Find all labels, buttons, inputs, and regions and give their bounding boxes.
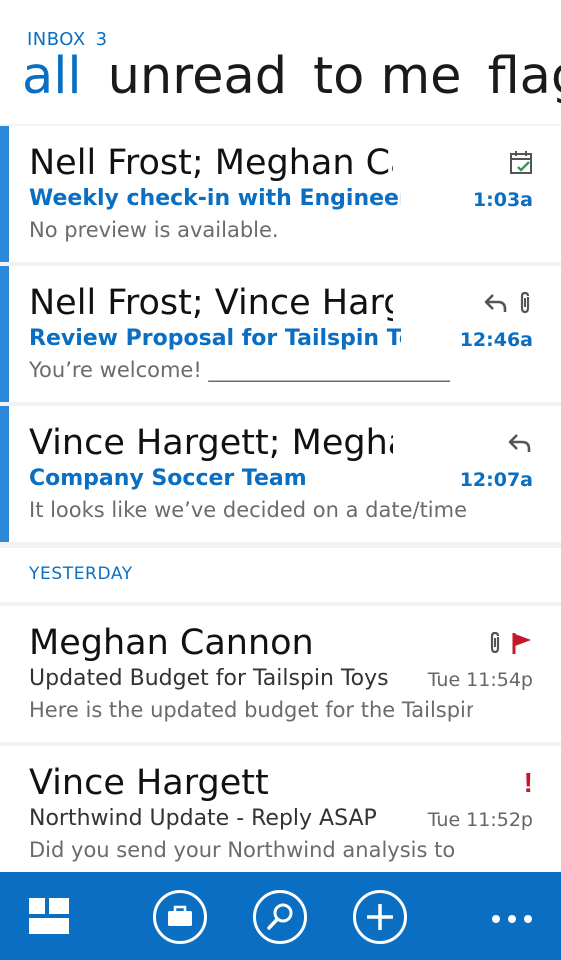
pivot-bar: all unread to me flagged [22, 44, 561, 110]
select-icon [20, 889, 76, 945]
unread-indicator [0, 266, 9, 402]
message-status-icons [487, 628, 533, 658]
message-time: 12:46a [459, 329, 533, 351]
message-status-icons [483, 288, 533, 318]
message-preview: No preview is available. [29, 218, 279, 242]
pivot-flagged[interactable]: flagged [488, 44, 561, 110]
new-icon [352, 889, 408, 945]
message-status-icons [509, 148, 533, 178]
group-header-label: YESTERDAY [29, 564, 133, 584]
message-list[interactable]: Nell Frost; Meghan Cannon Weekly check-i… [0, 124, 561, 872]
attachment-icon [487, 630, 503, 656]
message-subject: Northwind Update - Reply ASAP [29, 806, 377, 831]
calendar-check-icon [509, 150, 533, 176]
flag-icon [511, 631, 533, 655]
search-icon [252, 889, 308, 945]
message-sender: Nell Frost; Vince Hargett [29, 283, 393, 323]
reply-icon [507, 431, 533, 455]
folders-icon [152, 889, 208, 945]
message-preview: You’re welcome! _______________________ [29, 358, 450, 382]
header: INBOX3 allunreadto meflagged [0, 0, 561, 124]
more-button[interactable] [490, 889, 546, 945]
attachment-icon [517, 290, 533, 316]
message-sender: Meghan Cannon [29, 623, 314, 663]
unread-indicator [0, 406, 9, 542]
pivot-to-me[interactable]: to me [313, 44, 461, 110]
message-item[interactable]: Meghan Cannon Updated Budget for Tailspi… [0, 606, 561, 742]
message-time: Tue 11:54p [427, 669, 533, 691]
message-item[interactable]: Vince Hargett ! Northwind Update - Reply… [0, 746, 561, 872]
message-preview: Here is the updated budget for the Tails… [29, 698, 473, 722]
select-button[interactable] [20, 889, 76, 945]
message-time: 12:07a [459, 469, 533, 491]
message-sender: Vince Hargett [29, 763, 269, 803]
message-item[interactable]: Nell Frost; Meghan Cannon Weekly check-i… [0, 126, 561, 262]
pivot-unread[interactable]: unread [108, 44, 288, 110]
high-importance-icon: ! [523, 767, 533, 798]
message-time: 1:03a [472, 189, 533, 211]
folders-button[interactable] [152, 889, 208, 945]
mail-app: INBOX3 allunreadto meflagged Nell Frost;… [0, 0, 561, 960]
message-sender: Nell Frost; Meghan Cannon [29, 143, 393, 183]
message-preview: Did you send your Northwind analysis to [29, 838, 456, 862]
group-header-yesterday: YESTERDAY [0, 548, 561, 602]
message-subject: Company Soccer Team [29, 466, 307, 491]
message-item[interactable]: Vince Hargett; Meghan Cannon Company Soc… [0, 406, 561, 542]
message-subject: Weekly check-in with Engineers [29, 186, 401, 211]
message-status-icons [507, 428, 533, 458]
message-item[interactable]: Nell Frost; Vince Hargett Review Proposa… [0, 266, 561, 402]
message-subject: Review Proposal for Tailspin Toys [29, 326, 401, 351]
message-time: Tue 11:52p [427, 809, 533, 831]
app-bar [0, 872, 561, 960]
reply-icon [483, 291, 509, 315]
pivot-all[interactable]: all [22, 44, 82, 110]
message-sender: Vince Hargett; Meghan Cannon [29, 423, 393, 463]
unread-indicator [0, 126, 9, 262]
message-status-icons: ! [524, 768, 533, 798]
search-button[interactable] [252, 889, 308, 945]
message-preview: It looks like we’ve decided on a date/ti… [29, 498, 468, 522]
new-message-button[interactable] [352, 889, 408, 945]
message-subject: Updated Budget for Tailspin Toys [29, 666, 389, 691]
more-icon [490, 889, 546, 945]
